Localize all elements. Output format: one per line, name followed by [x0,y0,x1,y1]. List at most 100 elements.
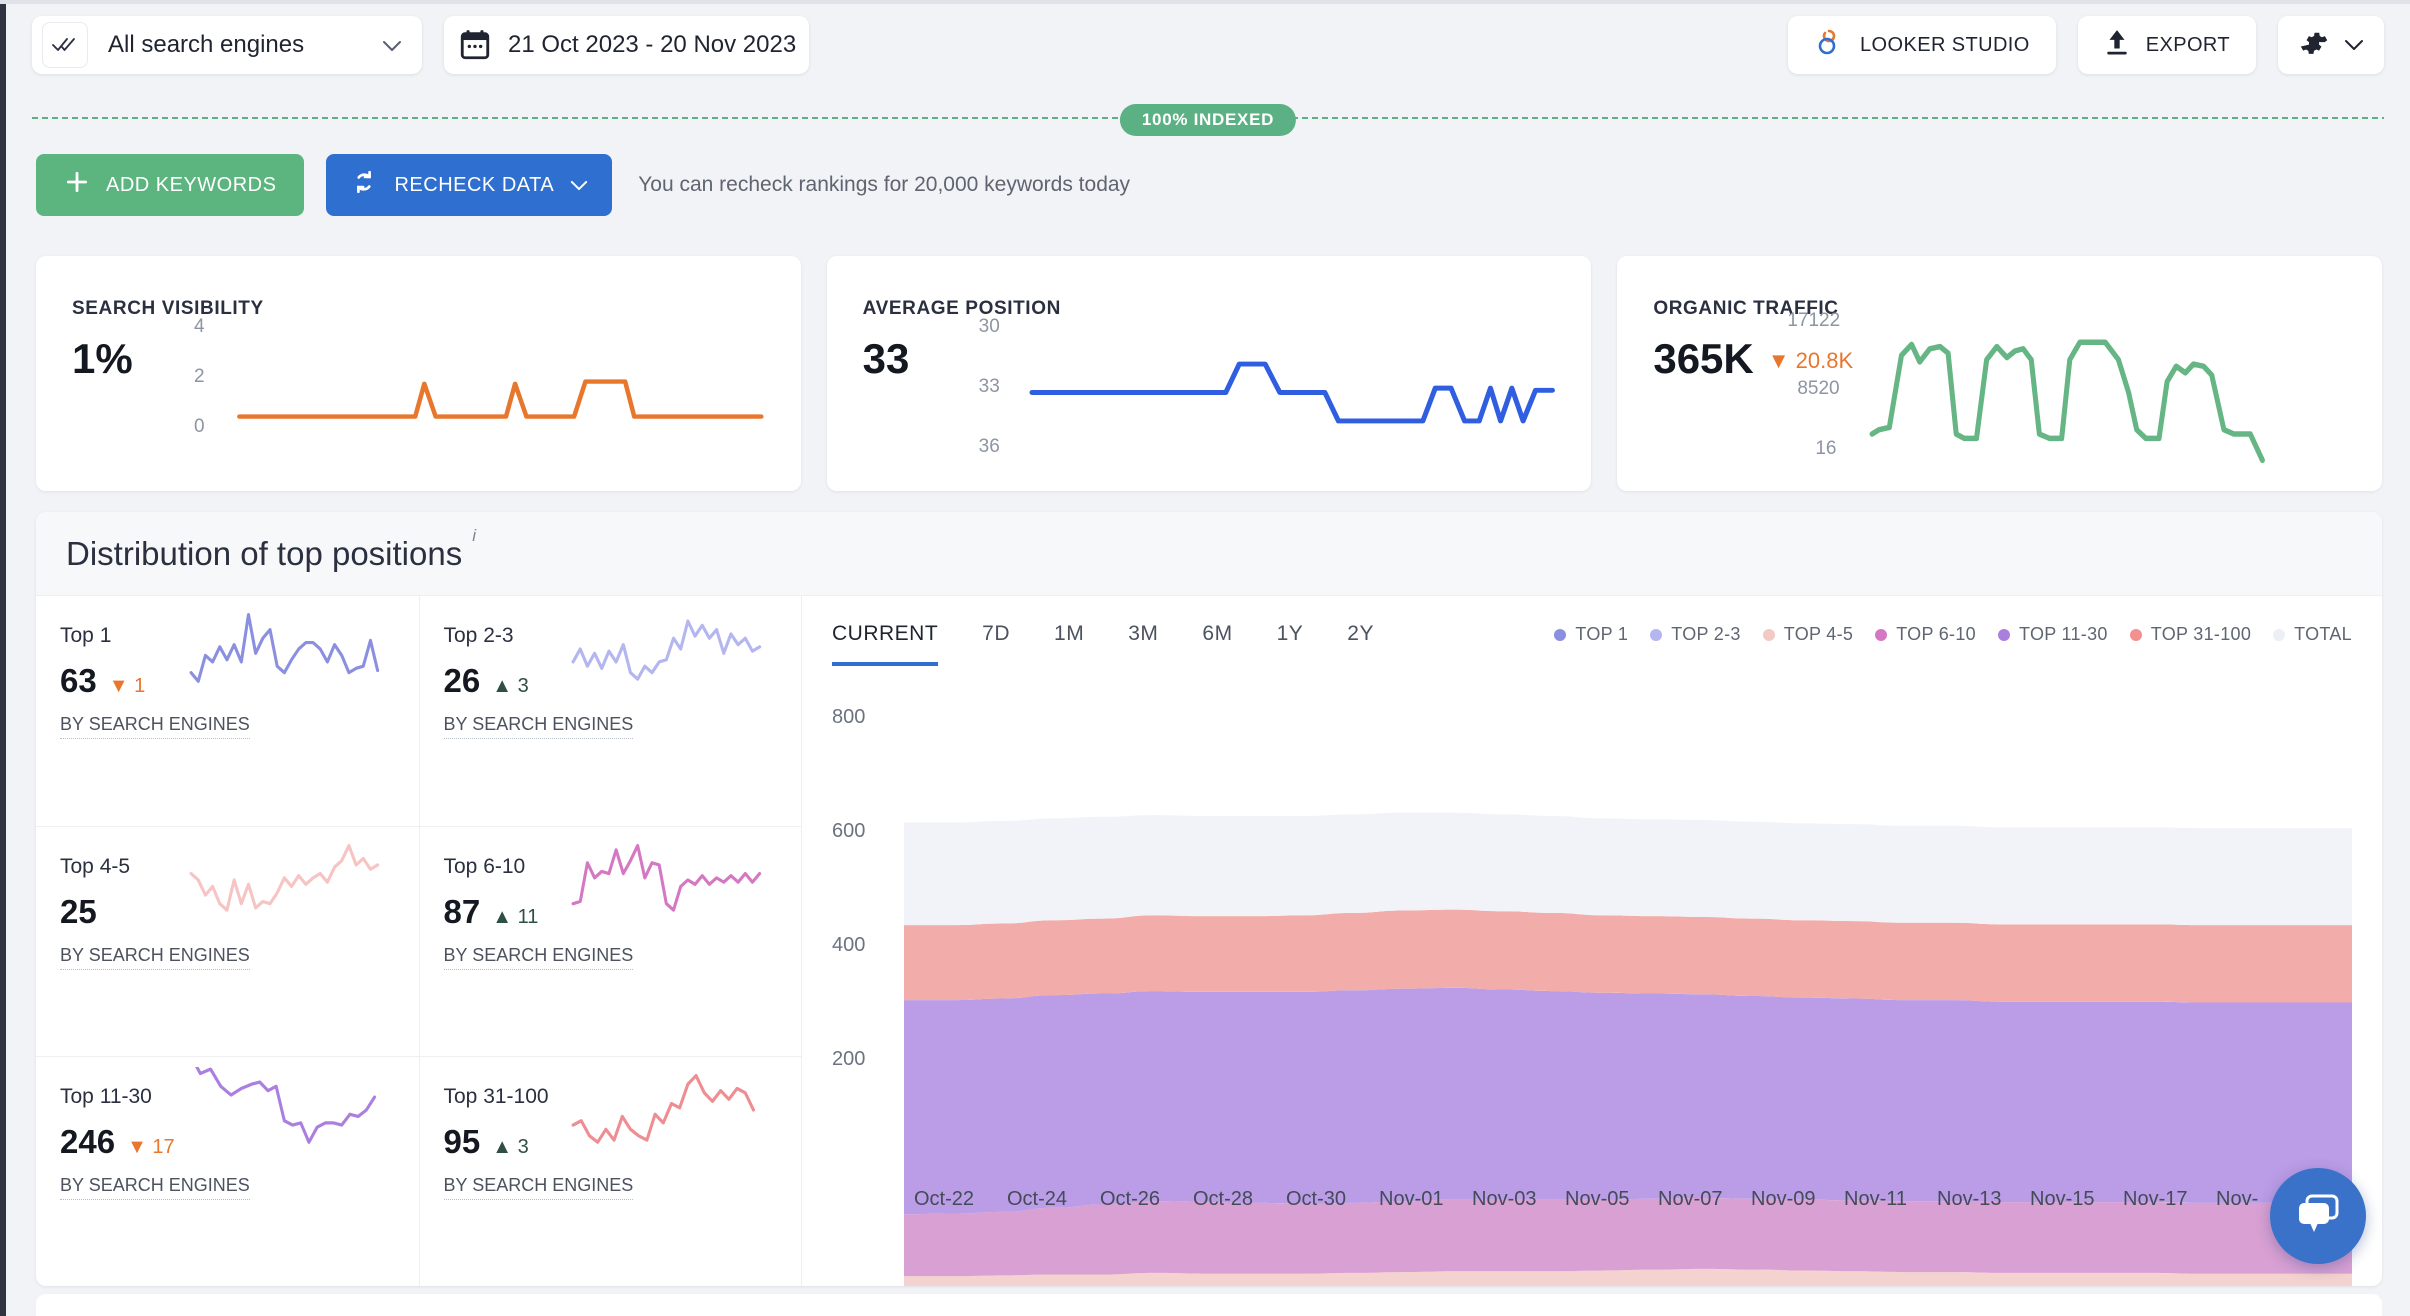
bucket-delta-value: 3 [517,1136,529,1158]
bucket-sparkline [194,1067,376,1144]
area-series-top-11-30 [904,987,2352,1215]
legend-item-top-1[interactable]: TOP 1 [1554,624,1628,645]
legend-dot [1554,628,1567,641]
chat-widget-button[interactable] [2270,1168,2366,1264]
action-row: ADD KEYWORDS RECHECK DATA You can rechec… [6,142,1130,228]
settings-button[interactable] [2278,16,2384,74]
kpi-value: 365K [1653,335,1754,382]
bucket-card-top-31-100[interactable]: Top 31-100 95 ▲ 3 BY SEARCH ENGINES [418,1056,801,1286]
tab-1m[interactable]: 1M [1054,622,1084,662]
delta-down-icon: ▼ [1767,348,1790,373]
recheck-hint-text: You can recheck rankings for 20,000 keyw… [638,173,1131,196]
chart-legend: TOP 1 TOP 2-3 TOP 4-5 TOP 6-10 TOP 11-30 [1554,624,2352,645]
tab-7d[interactable]: 7D [982,622,1010,662]
tab-current[interactable]: CURRENT [832,622,939,666]
legend-item-top-31-100[interactable]: TOP 31-100 [2129,624,2252,645]
bucket-by-search-engines-link[interactable]: BY SEARCH ENGINES [60,714,250,739]
settings-chevron-down-icon[interactable] [2344,34,2364,57]
tab-3m[interactable]: 3M [1128,622,1158,662]
bucket-by-search-engines-link[interactable]: BY SEARCH ENGINES [443,945,634,970]
bucket-delta: ▲ 11 [492,906,538,929]
looker-studio-icon [1814,27,1844,63]
bucket-card-top-11-30[interactable]: Top 11-30 246 ▼ 17 BY SEARCH ENGINES [36,1056,419,1286]
bucket-card-top-6-10[interactable]: Top 6-10 87 ▲ 11 BY SEARCH ENGINES [418,826,801,1056]
x-tick: Nov-15 [2030,1188,2095,1210]
bucket-value: 26 [443,662,481,699]
legend-label: TOP 4-5 [1783,624,1854,644]
legend-label: TOP 11-30 [2018,624,2108,644]
chevron-down-icon[interactable] [382,34,402,56]
info-icon[interactable]: i [472,526,476,546]
legend-dot [2273,628,2286,641]
legend-label: TOP 1 [1575,624,1629,644]
bucket-card-top-4-5[interactable]: Top 4-5 25 BY SEARCH ENGINES [36,826,419,1056]
tab-2y[interactable]: 2Y [1347,622,1374,662]
bucket-value: 63 [60,662,97,699]
recheck-data-label: RECHECK DATA [394,173,555,196]
bucket-sparkline [571,843,762,912]
search-engine-select[interactable]: All search engines [32,16,422,74]
bucket-delta: ▲ 3 [492,1136,528,1159]
delta-up-icon: ▲ [492,1136,513,1158]
upload-icon [2104,28,2130,62]
kpi-axis-mid: 8520 [1797,378,1840,399]
bucket-card-top-2-3[interactable]: Top 2-3 26 ▲ 3 BY SEARCH ENGINES [418,596,802,826]
legend-item-top-6-10[interactable]: TOP 6-10 [1875,624,1976,645]
x-tick: Oct-26 [1100,1188,1161,1210]
x-tick: Oct-22 [914,1188,975,1210]
window-top-edge [0,0,2410,4]
legend-item-top-2-3[interactable]: TOP 2-3 [1650,624,1740,645]
y-tick-800: 800 [832,706,866,728]
kpi-sparkline-search-visibility: 4 2 0 [194,316,773,469]
legend-dot [1875,628,1888,641]
bucket-sparkline [189,843,379,912]
legend-dot [2129,628,2142,641]
legend-dot [1650,628,1663,641]
export-button[interactable]: EXPORT [2077,16,2256,74]
kpi-value: 1% [72,335,133,382]
recheck-data-button[interactable]: RECHECK DATA [326,154,613,216]
legend-label: TOP 31-100 [2150,624,2252,644]
legend-item-top-4-5[interactable]: TOP 4-5 [1762,624,1854,645]
looker-studio-button[interactable]: LOOKER STUDIO [1788,16,2056,74]
legend-item-total[interactable]: TOTAL [2273,624,2352,645]
x-tick: Nov-03 [1472,1188,1537,1210]
legend-dot [1762,628,1775,641]
legend-item-top-11-30[interactable]: TOP 11-30 [1997,624,2108,645]
kpi-card-row: SEARCH VISIBILITY 1% 4 2 0 AVERAGE POSIT… [36,256,2383,491]
calendar-icon [458,28,492,62]
add-keywords-label: ADD KEYWORDS [106,173,277,196]
indexed-progress-band: 100% INDEXED [6,104,2410,136]
bucket-delta-value: 11 [517,906,539,928]
x-tick: Oct-30 [1286,1188,1347,1210]
y-tick-400: 400 [832,934,866,956]
kpi-axis-min: 0 [194,416,205,437]
recheck-chevron-down-icon[interactable] [570,174,588,197]
kpi-axis-mid: 33 [978,376,1000,397]
bucket-card-top-1[interactable]: Top 1 63 ▼ 1 BY SEARCH ENGINES [36,596,419,826]
delta-up-icon: ▲ [492,675,513,697]
legend-label: TOTAL [2294,624,2352,644]
bucket-value: 95 [443,1123,481,1160]
date-range-picker[interactable]: 21 Oct 2023 - 20 Nov 2023 [444,16,809,74]
bucket-by-search-engines-link[interactable]: BY SEARCH ENGINES [443,1175,634,1200]
delta-up-icon: ▲ [492,906,513,928]
kpi-sparkline-average-position: 30 33 36 [979,316,1564,469]
tab-6m[interactable]: 6M [1202,622,1232,662]
bucket-by-search-engines-link[interactable]: BY SEARCH ENGINES [443,714,634,739]
add-keywords-button[interactable]: ADD KEYWORDS [36,154,305,216]
window-left-edge [0,0,6,1316]
tab-1y[interactable]: 1Y [1277,622,1304,662]
kpi-axis-min: 16 [1815,438,1837,459]
bucket-by-search-engines-link[interactable]: BY SEARCH ENGINES [60,945,250,970]
bucket-sparkline [571,1073,756,1144]
bucket-delta: ▼ 17 [127,1136,175,1159]
bucket-value: 25 [60,893,97,930]
kpi-axis-max: 30 [978,316,1000,337]
distribution-body: Top 1 63 ▼ 1 BY SEARCH ENGINES Top 2-3 2… [36,596,2382,1286]
date-range-label: 21 Oct 2023 - 20 Nov 2023 [508,31,797,58]
legend-label: TOP 2-3 [1671,624,1741,644]
kpi-sparkline-organic-traffic: 17122 8520 16 [1787,310,2354,469]
x-tick: Oct-28 [1193,1188,1254,1210]
bucket-by-search-engines-link[interactable]: BY SEARCH ENGINES [60,1175,250,1200]
